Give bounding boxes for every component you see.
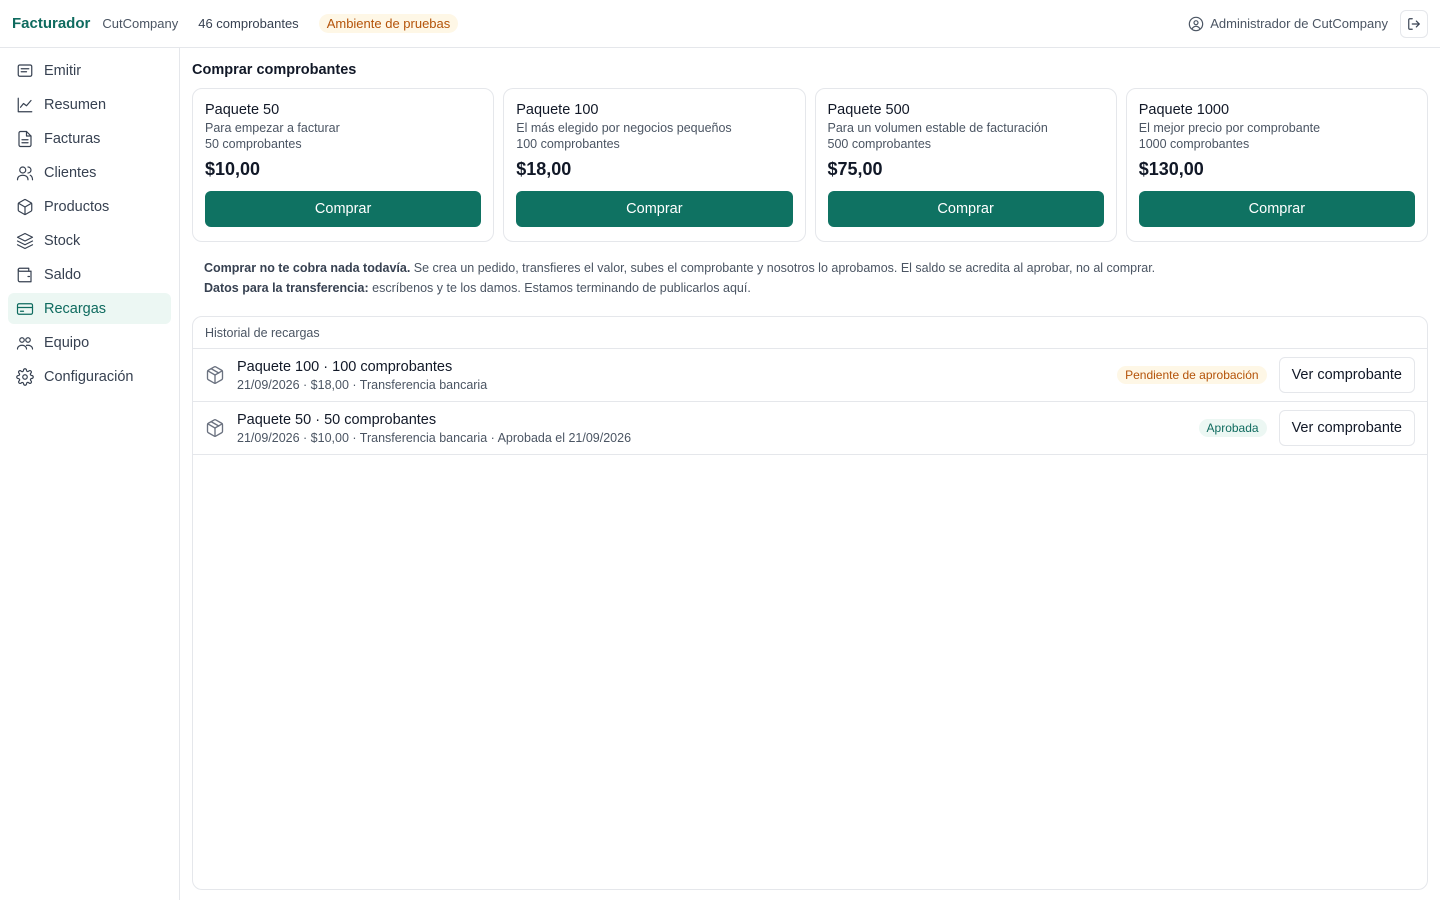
sidebar-item-stock[interactable]: Stock xyxy=(8,225,171,256)
table-row: Paquete 100 · 100 comprobantes 21/09/202… xyxy=(193,349,1427,402)
package-price: $18,00 xyxy=(516,159,572,179)
sidebar-item-configuracion[interactable]: Configuración xyxy=(8,361,171,392)
company-name: CutCompany xyxy=(102,16,179,31)
sidebar-item-label: Equipo xyxy=(44,334,90,351)
row-title: Paquete 100 · 100 comprobantes xyxy=(237,358,453,375)
sidebar-item-label: Saldo xyxy=(44,266,82,283)
package-price: $10,00 xyxy=(205,159,261,179)
row-subtitle: 21/09/2026 · $18,00 · Transferencia banc… xyxy=(237,377,488,392)
package-quantity: 500 comprobantes xyxy=(827,137,932,151)
sidebar-item-recargas[interactable]: Recargas xyxy=(8,293,171,324)
buy-button[interactable]: Comprar xyxy=(827,191,1104,227)
sidebar-item-productos[interactable]: Productos xyxy=(8,191,171,222)
purchase-note: Comprar no te cobra nada todavía. Se cre… xyxy=(192,258,1428,298)
receipt-icon xyxy=(17,63,33,77)
sidebar-item-facturas[interactable]: Facturas xyxy=(8,123,171,154)
package-description: Para un volumen estable de facturación xyxy=(827,121,1048,135)
note-emphasis: Datos para la transferencia: xyxy=(204,281,369,295)
layers-icon xyxy=(16,232,34,249)
note-line-1: Comprar no te cobra nada todavía. Se cre… xyxy=(204,258,1428,278)
package-name: Paquete 1000 xyxy=(1138,102,1230,118)
team-icon xyxy=(16,336,34,350)
status-badge: Pendiente de aprobación xyxy=(1117,366,1267,384)
view-receipt-button[interactable]: Ver comprobante xyxy=(1278,410,1415,446)
wallet-icon xyxy=(17,267,32,282)
row-subtitle: 21/09/2026 · $10,00 · Transferencia banc… xyxy=(237,430,632,445)
note-text: escríbenos y te los damos. Estamos termi… xyxy=(368,281,751,295)
users-icon xyxy=(16,165,34,180)
page-title: Comprar comprobantes xyxy=(192,62,357,78)
row-text: Paquete 100 · 100 comprobantes 21/09/202… xyxy=(237,359,1117,392)
sidebar-item-saldo[interactable]: Saldo xyxy=(8,259,171,290)
logout-icon xyxy=(1408,17,1420,30)
package-name: Paquete 50 xyxy=(205,102,280,118)
voucher-count: 46 comprobantes xyxy=(198,16,299,31)
document-icon xyxy=(18,130,32,147)
app-title[interactable]: Facturador xyxy=(12,15,90,32)
package-card: Paquete 50 Para empezar a facturar 50 co… xyxy=(192,88,495,242)
row-text: Paquete 50 · 50 comprobantes 21/09/2026 … xyxy=(237,412,1199,445)
table-row: Paquete 50 · 50 comprobantes 21/09/2026 … xyxy=(193,402,1427,455)
package-description: Para empezar a facturar xyxy=(205,121,340,135)
note-line-2: Datos para la transferencia: escríbenos … xyxy=(204,278,1428,298)
buy-button[interactable]: Comprar xyxy=(205,191,482,227)
note-emphasis: Comprar no te cobra nada todavía. xyxy=(204,261,411,275)
sidebar-item-label: Emitir xyxy=(44,62,82,79)
sidebar-item-label: Stock xyxy=(44,232,81,249)
credit-card-icon xyxy=(16,302,34,315)
package-quantity: 100 comprobantes xyxy=(516,137,620,151)
sidebar-item-label: Configuración xyxy=(44,368,134,385)
package-name: Paquete 100 xyxy=(516,102,599,118)
top-bar: Facturador CutCompany 46 comprobantes Am… xyxy=(0,0,1440,48)
sidebar-item-label: Facturas xyxy=(44,130,101,147)
box-icon xyxy=(206,419,224,437)
chart-line-icon xyxy=(17,97,33,112)
package-price: $130,00 xyxy=(1138,159,1204,179)
user-circle-icon xyxy=(1188,16,1204,31)
view-receipt-button[interactable]: Ver comprobante xyxy=(1278,357,1415,393)
sidebar: Emitir Resumen Facturas Clientes Product… xyxy=(0,48,180,900)
package-name: Paquete 500 xyxy=(827,102,910,118)
top-right-area: Administrador de CutCompany xyxy=(1188,9,1428,38)
package-quantity: 50 comprobantes xyxy=(205,137,302,151)
user-name: Administrador de CutCompany xyxy=(1210,16,1388,31)
note-text: Se crea un pedido, transfieres el valor,… xyxy=(410,261,1156,275)
history-title: Historial de recargas xyxy=(193,317,1427,349)
package-card: Paquete 100 El más elegido por negocios … xyxy=(503,88,806,242)
buy-button[interactable]: Comprar xyxy=(1138,191,1415,227)
box-icon xyxy=(206,366,224,384)
status-badge: Aprobada xyxy=(1198,419,1267,437)
package-cards: Paquete 50 Para empezar a facturar 50 co… xyxy=(192,88,1428,242)
logout-button[interactable] xyxy=(1400,9,1428,38)
package-description: El más elegido por negocios pequeños xyxy=(516,121,732,135)
package-price: $75,00 xyxy=(827,159,883,179)
sidebar-item-emitir[interactable]: Emitir xyxy=(8,55,171,86)
box-icon xyxy=(17,198,33,215)
sidebar-item-label: Productos xyxy=(44,198,110,215)
environment-badge: Ambiente de pruebas xyxy=(318,14,459,33)
sidebar-item-clientes[interactable]: Clientes xyxy=(8,157,171,188)
row-title: Paquete 50 · 50 comprobantes xyxy=(237,411,437,428)
sidebar-item-equipo[interactable]: Equipo xyxy=(8,327,171,358)
sidebar-item-label: Clientes xyxy=(44,164,97,181)
user-menu[interactable]: Administrador de CutCompany xyxy=(1188,16,1388,32)
package-quantity: 1000 comprobantes xyxy=(1138,137,1250,151)
main-content: Comprar comprobantes Paquete 50 Para emp… xyxy=(180,48,1440,900)
recharge-history: Historial de recargas Paquete 100 · 100 … xyxy=(192,316,1428,890)
package-card: Paquete 500 Para un volumen estable de f… xyxy=(814,88,1117,242)
gear-icon xyxy=(16,367,34,386)
package-description: El mejor precio por comprobante xyxy=(1138,121,1321,135)
package-card: Paquete 1000 El mejor precio por comprob… xyxy=(1125,88,1428,242)
sidebar-item-label: Resumen xyxy=(44,96,107,113)
sidebar-item-label: Recargas xyxy=(44,300,107,317)
sidebar-item-resumen[interactable]: Resumen xyxy=(8,89,171,120)
buy-button[interactable]: Comprar xyxy=(516,191,793,227)
